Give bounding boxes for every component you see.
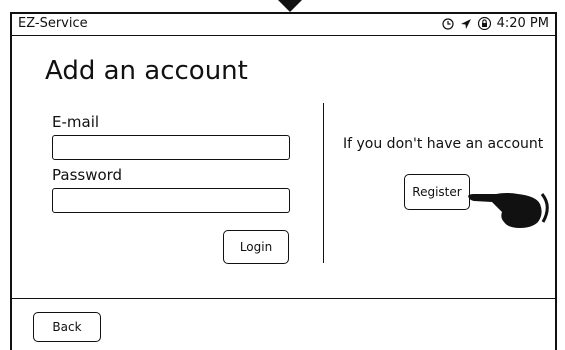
back-button[interactable]: Back <box>33 312 101 342</box>
page-title: Add an account <box>45 56 248 86</box>
app-name: EZ-Service <box>18 16 88 31</box>
status-bar: EZ-Service 4:20 PM <box>12 14 555 36</box>
clock-icon <box>442 17 454 30</box>
register-prompt: If you don't have an account <box>343 136 544 152</box>
login-button[interactable]: Login <box>223 230 289 264</box>
footer-divider <box>12 298 555 299</box>
hand-pointer-icon <box>466 184 552 230</box>
top-pointer-marker <box>278 0 302 12</box>
password-field[interactable] <box>52 188 290 213</box>
email-label: E-mail <box>52 113 100 131</box>
email-field[interactable] <box>52 135 290 160</box>
status-indicators: 4:20 PM <box>442 16 549 31</box>
vertical-divider <box>323 103 324 263</box>
location-arrow-icon <box>460 18 472 30</box>
register-button[interactable]: Register <box>404 174 470 210</box>
lock-icon <box>477 17 491 30</box>
password-label: Password <box>52 166 123 184</box>
status-time: 4:20 PM <box>496 16 549 31</box>
